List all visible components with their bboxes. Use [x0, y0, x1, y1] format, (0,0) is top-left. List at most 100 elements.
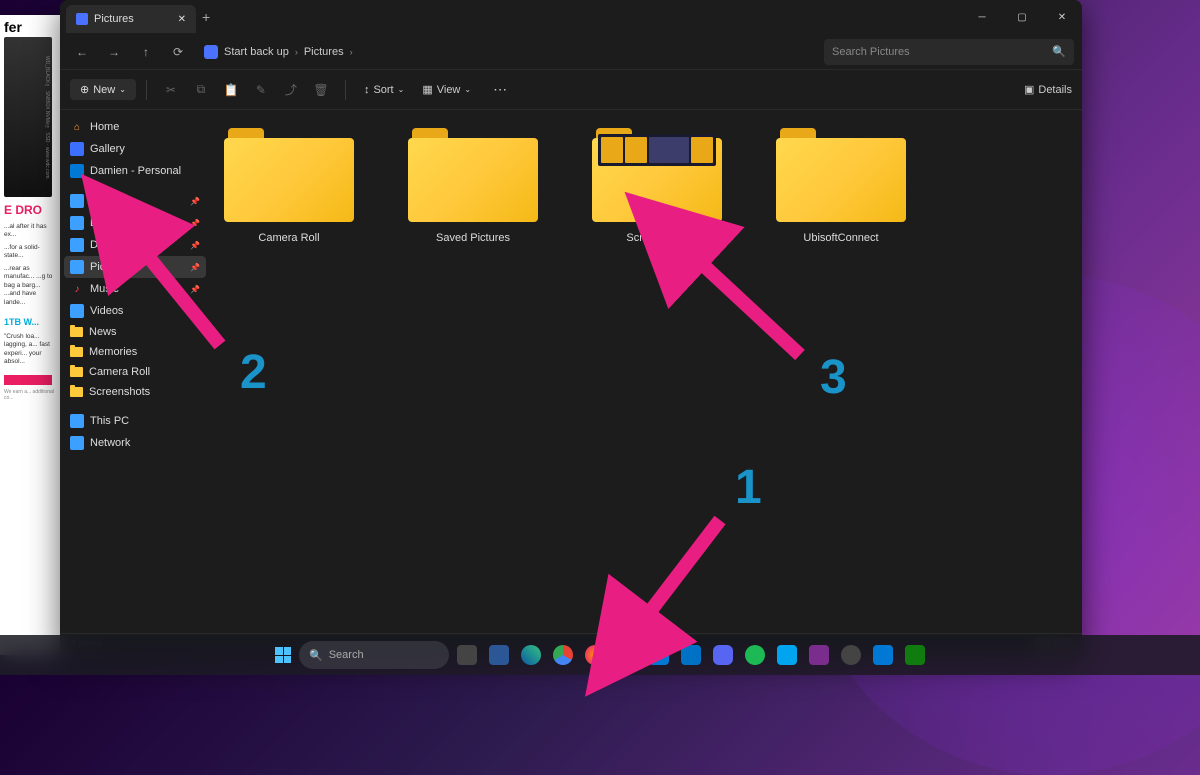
- folder-label: Saved Pictures: [436, 232, 510, 244]
- folder-content-area[interactable]: Camera Roll Saved Pictures Screenshots Ubis…: [210, 110, 1082, 633]
- back-button[interactable]: ←: [68, 38, 96, 66]
- sidebar-item-cameraroll[interactable]: Camera Roll: [64, 362, 206, 382]
- sidebar-label: This PC: [90, 415, 129, 427]
- taskbar-app-security[interactable]: [901, 641, 929, 669]
- folder-icon: [224, 122, 354, 222]
- sidebar-label: Documents: [90, 239, 146, 251]
- details-label: Details: [1038, 84, 1072, 96]
- view-label: View: [437, 84, 461, 96]
- article-text: ...rear as manufac... ...g to bag a barg…: [4, 265, 56, 307]
- sort-button[interactable]: ↕ Sort ⌄: [356, 80, 412, 100]
- details-icon: ▣: [1024, 83, 1034, 96]
- sidebar-label: Screenshots: [89, 386, 150, 398]
- folder-label: UbisoftConnect: [803, 232, 878, 244]
- taskbar-app-store[interactable]: [645, 641, 673, 669]
- details-pane-button[interactable]: ▣ Details: [1024, 83, 1072, 96]
- sidebar-item-thispc[interactable]: This PC: [64, 410, 206, 432]
- chevron-down-icon: ⌄: [119, 85, 126, 94]
- sort-label: Sort: [373, 84, 393, 96]
- maximize-button[interactable]: ▢: [1002, 0, 1042, 34]
- taskbar-app-misc1[interactable]: [773, 641, 801, 669]
- sidebar-item-gallery[interactable]: Gallery: [64, 138, 206, 160]
- sidebar-item-personal[interactable]: Damien - Personal: [64, 160, 206, 182]
- folder-item[interactable]: Saved Pictures: [408, 122, 538, 244]
- pin-icon: 📌: [190, 285, 200, 294]
- sidebar-label: Network: [90, 437, 130, 449]
- search-label: Search: [329, 649, 364, 661]
- rename-button[interactable]: ✎: [247, 76, 275, 104]
- network-icon: [70, 436, 84, 450]
- documents-icon: [70, 238, 84, 252]
- sidebar-label: News: [89, 326, 117, 338]
- address-bar[interactable]: Start back up › Pictures ›: [196, 45, 820, 59]
- cut-button[interactable]: ✂: [157, 76, 185, 104]
- onedrive-icon: [70, 164, 84, 178]
- sidebar-item-music[interactable]: ♪Music📌: [64, 278, 206, 300]
- sidebar-label: Gallery: [90, 143, 125, 155]
- pin-icon: 📌: [190, 219, 200, 228]
- sidebar-item-home[interactable]: ⌂Home: [64, 116, 206, 138]
- sidebar-label: Desktop: [90, 195, 130, 207]
- ssd-product-image: WD_BLACK™ SN850X NVMe™ SSD · www.wdc.com: [4, 37, 52, 197]
- task-view-button[interactable]: [453, 641, 481, 669]
- sidebar-item-downloads[interactable]: Downloads📌: [64, 212, 206, 234]
- folder-item[interactable]: Screenshots: [592, 122, 722, 244]
- refresh-button[interactable]: ⟳: [164, 38, 192, 66]
- paste-button[interactable]: 📋: [217, 76, 245, 104]
- start-button[interactable]: [271, 643, 295, 667]
- new-label: New: [93, 84, 115, 96]
- search-input[interactable]: Search Pictures 🔍: [824, 39, 1074, 65]
- plus-icon: ⊕: [80, 83, 89, 96]
- sidebar-item-network[interactable]: Network: [64, 432, 206, 454]
- new-button[interactable]: ⊕ New ⌄: [70, 79, 136, 100]
- delete-button[interactable]: 🗑: [307, 76, 335, 104]
- taskbar-app-misc3[interactable]: [869, 641, 897, 669]
- close-tab-icon[interactable]: ✕: [178, 14, 186, 25]
- folder-item[interactable]: UbisoftConnect: [776, 122, 906, 244]
- taskbar-app-explorer[interactable]: [613, 641, 641, 669]
- taskbar-search[interactable]: 🔍Search: [299, 641, 449, 669]
- sidebar-item-documents[interactable]: Documents 📌: [64, 234, 206, 256]
- sidebar-item-pictures[interactable]: Pictures📌: [64, 256, 206, 278]
- taskbar-app-widgets[interactable]: [485, 641, 513, 669]
- taskbar-app-mail[interactable]: [677, 641, 705, 669]
- sidebar-item-videos[interactable]: Videos📌: [64, 300, 206, 322]
- article-quote: "Crush loa... lagging, a... fast experi.…: [4, 333, 56, 367]
- article-cta: [4, 375, 52, 385]
- taskbar-app-discord[interactable]: [709, 641, 737, 669]
- folder-icon: [70, 367, 83, 377]
- sidebar-label: Home: [90, 121, 119, 133]
- folder-item[interactable]: Camera Roll: [224, 122, 354, 244]
- search-icon: 🔍: [1052, 45, 1066, 58]
- search-placeholder: Search Pictures: [832, 46, 910, 58]
- taskbar-app-settings[interactable]: [837, 641, 865, 669]
- sidebar-item-screenshots[interactable]: Screenshots: [64, 382, 206, 402]
- sidebar-item-news[interactable]: News: [64, 322, 206, 342]
- taskbar-app-firefox[interactable]: [581, 641, 609, 669]
- forward-button[interactable]: →: [100, 38, 128, 66]
- taskbar-app-chrome[interactable]: [549, 641, 577, 669]
- copy-button[interactable]: ⧉: [187, 76, 215, 104]
- sidebar-item-desktop[interactable]: Desktop📌: [64, 190, 206, 212]
- folder-label: Screenshots: [626, 232, 687, 244]
- taskbar-app-edge[interactable]: [517, 641, 545, 669]
- article-subhead: 1TB W...: [4, 317, 56, 327]
- taskbar-app-misc2[interactable]: [805, 641, 833, 669]
- titlebar: Pictures ✕ + ─ ▢ ✕: [60, 0, 1082, 34]
- pictures-icon: [76, 13, 88, 25]
- sidebar-label: Memories: [89, 346, 137, 358]
- more-button[interactable]: ⋯: [485, 77, 515, 102]
- sidebar-label: Videos: [90, 305, 123, 317]
- tab-pictures[interactable]: Pictures ✕: [66, 5, 196, 33]
- share-button[interactable]: ⤴: [277, 76, 305, 104]
- up-button[interactable]: ↑: [132, 38, 160, 66]
- pin-icon: 📌: [190, 241, 200, 250]
- minimize-button[interactable]: ─: [962, 0, 1002, 34]
- sidebar-label: Camera Roll: [89, 366, 150, 378]
- close-window-button[interactable]: ✕: [1042, 0, 1082, 34]
- taskbar-app-spotify[interactable]: [741, 641, 769, 669]
- folder-icon: [70, 347, 83, 357]
- new-tab-button[interactable]: +: [202, 9, 210, 25]
- sidebar-item-memories[interactable]: Memories: [64, 342, 206, 362]
- view-button[interactable]: ▦ View ⌄: [414, 79, 479, 100]
